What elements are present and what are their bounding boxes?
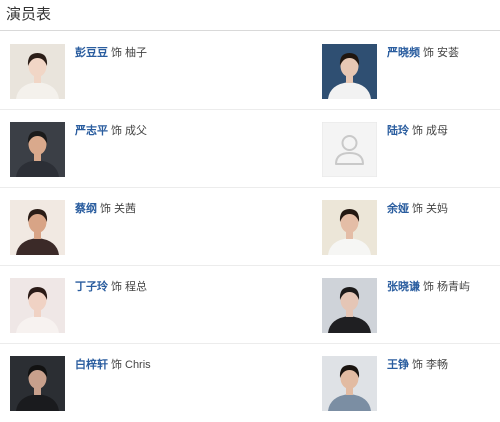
- actor-photo[interactable]: [10, 44, 65, 99]
- cast-info: 陆玲饰成母: [387, 124, 448, 138]
- role-name: 成母: [426, 125, 448, 137]
- actor-name-link[interactable]: 王铮: [387, 359, 409, 371]
- actor-photo[interactable]: [322, 44, 377, 99]
- role-separator: 饰: [412, 125, 423, 137]
- role-separator: 饰: [423, 47, 434, 59]
- cast-info: 彭豆豆饰柚子: [75, 46, 147, 60]
- role-name: 杨青屿: [437, 281, 470, 293]
- actor-name-link[interactable]: 丁子玲: [75, 281, 108, 293]
- cast-list-title: 演员表: [6, 6, 52, 23]
- actor-photo[interactable]: [322, 200, 377, 255]
- actor-name-link[interactable]: 严志平: [75, 125, 108, 137]
- actor-name-link[interactable]: 余娅: [387, 203, 409, 215]
- cast-info: 白梓轩饰 Chris: [75, 358, 151, 372]
- cast-row: 严志平饰成父 陆玲饰成母: [0, 110, 500, 188]
- actor-name-link[interactable]: 陆玲: [387, 125, 409, 137]
- actor-name-link[interactable]: 彭豆豆: [75, 47, 108, 59]
- role-separator: 饰: [423, 281, 434, 293]
- cast-row: 丁子玲饰程总 张晓谦饰杨青屿: [0, 266, 500, 344]
- role-name: 成父: [125, 125, 147, 137]
- cast-row: 蔡纲饰关茜 余娅饰关妈: [0, 188, 500, 266]
- role-name: 李畅: [426, 359, 448, 371]
- actor-name-link[interactable]: 白梓轩: [75, 359, 108, 371]
- role-separator: 饰: [111, 359, 122, 371]
- actor-name-link[interactable]: 蔡纲: [75, 203, 97, 215]
- role-name: Chris: [125, 359, 151, 371]
- role-separator: 饰: [111, 125, 122, 137]
- role-separator: 饰: [412, 359, 423, 371]
- role-name: 关茜: [114, 203, 136, 215]
- actor-photo[interactable]: [10, 122, 65, 177]
- cast-grid: 彭豆豆饰柚子 严晓频饰安荟 严志平饰成父 陆玲饰成母 蔡纲饰 关茜 余娅 饰 关…: [0, 32, 500, 422]
- actor-name-link[interactable]: 张晓谦: [387, 281, 420, 293]
- role-separator: 饰: [412, 203, 423, 215]
- avatar-placeholder-icon[interactable]: [322, 122, 377, 177]
- cast-row: 彭豆豆饰柚子 严晓频饰安荟: [0, 32, 500, 110]
- role-name: 关妈: [426, 203, 448, 215]
- cast-info: 张晓谦饰杨青屿: [387, 280, 470, 294]
- actor-photo[interactable]: [10, 356, 65, 411]
- cast-info: 丁子玲饰程总: [75, 280, 147, 294]
- cast-info: 严志平饰成父: [75, 124, 147, 138]
- actor-photo[interactable]: [322, 278, 377, 333]
- role-separator: 饰: [111, 47, 122, 59]
- actor-photo[interactable]: [322, 356, 377, 411]
- role-name: 程总: [125, 281, 147, 293]
- role-separator: 饰: [100, 203, 111, 215]
- actor-photo[interactable]: [10, 200, 65, 255]
- role-separator: 饰: [111, 281, 122, 293]
- actor-name-link[interactable]: 严晓频: [387, 47, 420, 59]
- actor-photo[interactable]: [10, 278, 65, 333]
- cast-list-header: 演员表: [0, 0, 500, 31]
- cast-row: 白梓轩饰 Chris 王铮饰李畅: [0, 344, 500, 422]
- cast-info: 严晓频饰安荟: [387, 46, 459, 60]
- role-name: 柚子: [125, 47, 147, 59]
- cast-info: 余娅饰关妈: [387, 202, 448, 216]
- cast-info: 王铮饰李畅: [387, 358, 448, 372]
- role-name: 安荟: [437, 47, 459, 59]
- cast-info: 蔡纲饰关茜: [75, 202, 136, 216]
